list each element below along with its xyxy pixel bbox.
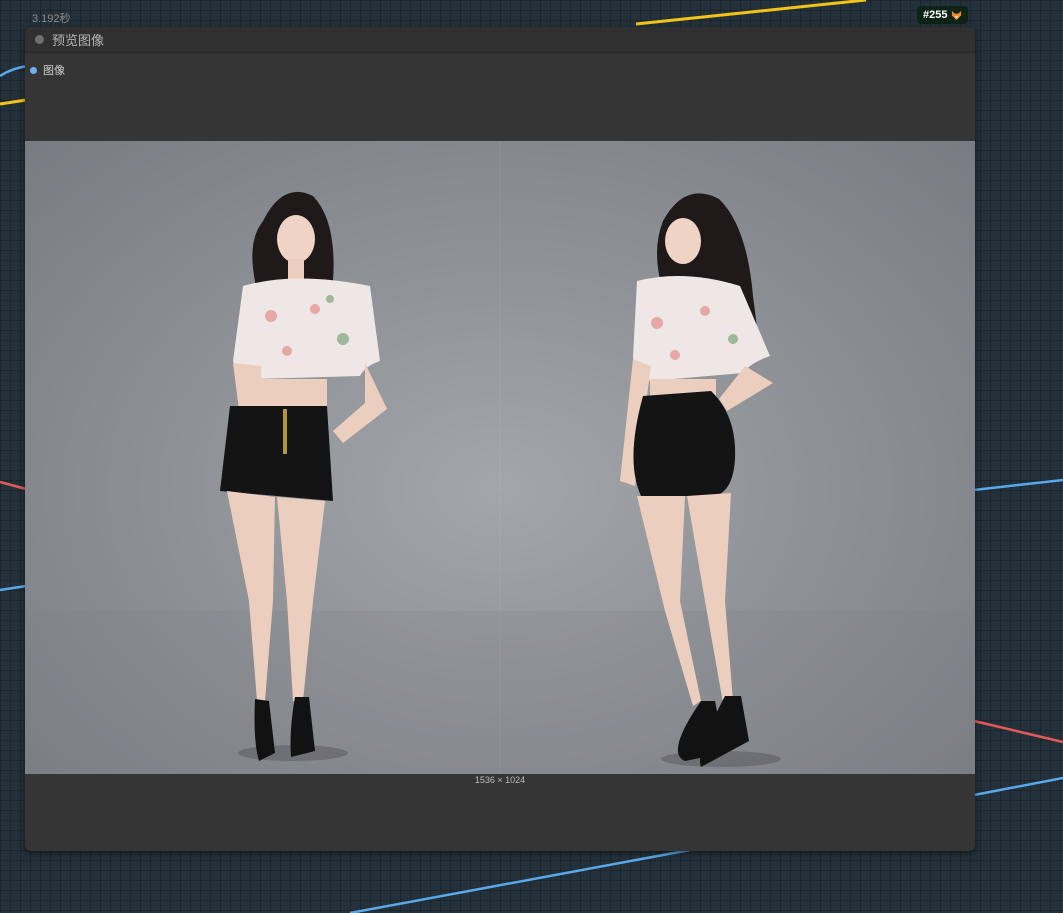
node-title: 预览图像 xyxy=(52,33,105,48)
fox-icon xyxy=(952,10,962,20)
execution-time: 3.192秒 xyxy=(32,13,71,25)
link-blue-bottom xyxy=(349,848,691,913)
link-blue-right-2 xyxy=(973,776,1063,797)
preview-image-node[interactable]: 预览图像 图像 1536 × 1024 xyxy=(25,27,975,851)
link-red-right xyxy=(973,719,1063,744)
image-size-label: 1536 × 1024 xyxy=(474,775,526,785)
link-blue-right-1 xyxy=(973,478,1063,492)
node-graph-canvas[interactable]: 3.192秒 #255 预览图像 图像 1536 × 1024 xyxy=(0,0,1063,913)
image-preview[interactable] xyxy=(25,141,975,774)
link-red-left xyxy=(0,480,27,491)
link-blue-left-top xyxy=(0,64,29,78)
input-slot-image[interactable]: 图像 xyxy=(30,62,65,78)
link-blue-left xyxy=(0,584,27,592)
node-id-label: #255 xyxy=(923,9,948,21)
node-id-badge: #255 xyxy=(917,6,969,24)
collapse-toggle-icon[interactable] xyxy=(35,35,44,44)
link-yellow-top xyxy=(635,0,867,26)
preview-image-illustration xyxy=(25,191,975,774)
input-connector-dot[interactable] xyxy=(30,66,37,74)
input-slot-label: 图像 xyxy=(43,65,65,77)
link-yellow-left xyxy=(0,98,27,106)
node-header[interactable]: 预览图像 xyxy=(25,27,975,53)
